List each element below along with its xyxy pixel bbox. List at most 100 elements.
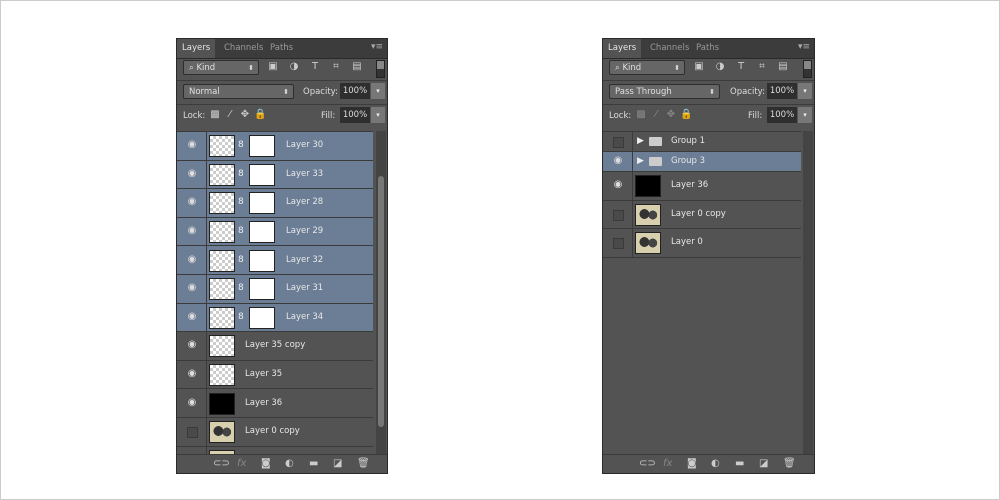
mask-icon[interactable]: ◙ — [261, 458, 271, 469]
fill-input[interactable]: 100% — [340, 107, 370, 123]
image-icon[interactable]: ▣ — [693, 61, 705, 72]
updown-arrow-icon: ⬍ — [283, 88, 289, 96]
layer-row[interactable]: ◉ 8 Layer 32 — [177, 246, 373, 275]
tab-channels[interactable]: Channels — [645, 39, 694, 58]
eye-icon[interactable]: ◉ — [186, 397, 198, 408]
expand-arrow-icon[interactable]: ▶ — [637, 136, 644, 146]
eye-icon[interactable]: ◉ — [186, 368, 198, 379]
lock-move-icon[interactable]: ✥ — [239, 109, 251, 120]
lock-transparent-icon[interactable]: ▩ — [635, 109, 647, 120]
type-icon[interactable]: T — [735, 61, 747, 72]
eye-icon[interactable]: ◉ — [186, 139, 198, 150]
scrollbar-thumb[interactable] — [378, 176, 384, 427]
fill-dropdown[interactable]: ▾ — [798, 107, 812, 123]
layer-row[interactable]: ◉ 8 Layer 33 — [177, 160, 373, 190]
visibility-toggle[interactable] — [613, 238, 624, 250]
layer-row[interactable]: Layer 0 copy — [177, 418, 373, 447]
tab-layers[interactable]: Layers — [177, 39, 216, 58]
fx-icon[interactable]: fx — [663, 458, 672, 469]
link-icon[interactable]: 8 — [238, 140, 244, 150]
eye-icon[interactable]: ◉ — [186, 282, 198, 293]
folder-icon[interactable]: ▬ — [309, 458, 318, 469]
link-icon[interactable]: 8 — [238, 197, 244, 207]
shape-icon[interactable]: ⌗ — [330, 61, 342, 72]
adjustment-icon[interactable]: ◑ — [288, 61, 300, 72]
folder-icon[interactable]: ▬ — [735, 458, 744, 469]
tab-paths[interactable]: Paths — [265, 39, 298, 58]
adjustment-icon[interactable]: ◑ — [714, 61, 726, 72]
layer-group-row[interactable]: ◉ ▶ Group 3 — [603, 152, 801, 172]
new-layer-icon[interactable]: ◪ — [759, 458, 768, 469]
link-icon[interactable]: 8 — [238, 255, 244, 265]
visibility-toggle[interactable] — [187, 427, 198, 439]
layer-row[interactable]: ◉ 8 Layer 28 — [177, 189, 373, 218]
image-icon[interactable]: ▣ — [267, 61, 279, 72]
expand-arrow-icon[interactable]: ▶ — [637, 156, 644, 166]
eye-icon[interactable]: ◉ — [186, 168, 198, 179]
lock-brush-icon[interactable]: ⁄ — [650, 109, 662, 120]
trash-icon[interactable]: 🗑 — [357, 458, 370, 469]
adjustment-layer-icon[interactable]: ◐ — [711, 458, 720, 469]
lock-brush-icon[interactable]: ⁄ — [224, 109, 236, 120]
layers-list: ▶ Group 1 ◉ ▶ Group 3 ◉ Layer 36 Layer 0 copy La… — [603, 131, 801, 455]
adjustment-layer-icon[interactable]: ◐ — [285, 458, 294, 469]
filter-toggle[interactable] — [803, 60, 812, 78]
tab-channels[interactable]: Channels — [219, 39, 268, 58]
eye-icon[interactable]: ◉ — [612, 179, 624, 190]
layer-row[interactable]: ◉ Layer 35 — [177, 360, 373, 390]
layer-row[interactable]: Layer 0 — [603, 229, 801, 258]
layer-row[interactable]: ◉ Layer 36 — [603, 172, 801, 201]
scrollbar[interactable] — [376, 131, 386, 455]
opacity-dropdown[interactable]: ▾ — [798, 83, 812, 99]
panel-menu-icon[interactable]: ▾≡ — [798, 42, 810, 52]
eye-icon[interactable]: ◉ — [186, 311, 198, 322]
layer-row[interactable]: ◉ 8 Layer 30 — [177, 132, 373, 161]
tab-layers[interactable]: Layers — [603, 39, 642, 58]
scrollbar[interactable] — [803, 131, 813, 455]
layer-row[interactable]: Layer 0 copy — [603, 200, 801, 230]
panel-menu-icon[interactable]: ▾≡ — [371, 42, 383, 52]
shape-icon[interactable]: ⌗ — [756, 61, 768, 72]
layer-row[interactable]: ◉ Layer 36 — [177, 389, 373, 418]
layer-row[interactable]: ◉ 8 Layer 29 — [177, 217, 373, 247]
filter-kind-select[interactable]: ⌕ Kind ⬍ — [609, 60, 685, 75]
fx-icon[interactable]: fx — [237, 458, 246, 469]
eye-icon[interactable]: ◉ — [186, 225, 198, 236]
blend-mode-select[interactable]: Normal ⬍ — [183, 84, 294, 99]
eye-icon[interactable]: ◉ — [186, 254, 198, 265]
link-icon[interactable]: 8 — [238, 312, 244, 322]
visibility-toggle[interactable] — [613, 137, 624, 148]
eye-icon[interactable]: ◉ — [186, 339, 198, 350]
smart-object-icon[interactable]: ▤ — [351, 61, 363, 72]
filter-toggle[interactable] — [376, 60, 385, 78]
link-icon[interactable]: ⊂⊃ — [639, 458, 656, 469]
eye-icon[interactable]: ◉ — [612, 155, 624, 166]
link-icon[interactable]: ⊂⊃ — [213, 458, 230, 469]
lock-all-icon[interactable]: 🔒 — [680, 109, 692, 120]
visibility-toggle[interactable] — [613, 209, 624, 221]
type-icon[interactable]: T — [309, 61, 321, 72]
lock-transparent-icon[interactable]: ▩ — [209, 109, 221, 120]
filter-kind-select[interactable]: ⌕ Kind ⬍ — [183, 60, 259, 75]
tab-paths[interactable]: Paths — [691, 39, 724, 58]
fill-input[interactable]: 100% — [767, 107, 797, 123]
layer-row[interactable]: ◉ Layer 35 copy — [177, 332, 373, 361]
fill-dropdown[interactable]: ▾ — [371, 107, 385, 123]
opacity-input[interactable]: 100% — [340, 83, 370, 99]
link-icon[interactable]: 8 — [238, 283, 244, 293]
eye-icon[interactable]: ◉ — [186, 196, 198, 207]
layer-row[interactable]: ◉ 8 Layer 31 — [177, 275, 373, 304]
opacity-dropdown[interactable]: ▾ — [371, 83, 385, 99]
smart-object-icon[interactable]: ▤ — [777, 61, 789, 72]
layer-group-row[interactable]: ▶ Group 1 — [603, 132, 801, 152]
mask-icon[interactable]: ◙ — [687, 458, 697, 469]
lock-all-icon[interactable]: 🔒 — [254, 109, 266, 120]
link-icon[interactable]: 8 — [238, 226, 244, 236]
trash-icon[interactable]: 🗑 — [783, 458, 796, 469]
lock-move-icon[interactable]: ✥ — [665, 109, 677, 120]
opacity-input[interactable]: 100% — [767, 83, 797, 99]
layer-row[interactable]: ◉ 8 Layer 34 — [177, 303, 373, 333]
link-icon[interactable]: 8 — [238, 169, 244, 179]
blend-mode-select[interactable]: Pass Through ⬍ — [609, 84, 720, 99]
new-layer-icon[interactable]: ◪ — [333, 458, 342, 469]
